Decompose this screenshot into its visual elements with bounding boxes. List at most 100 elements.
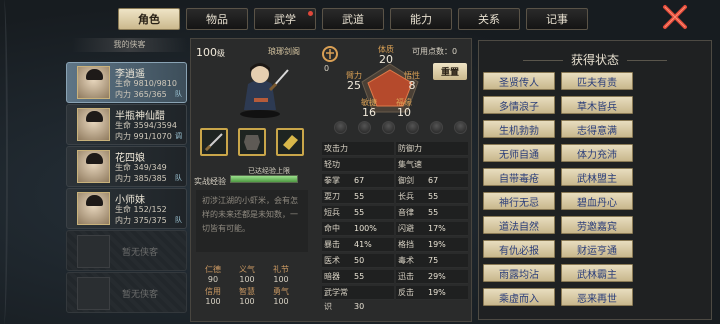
stat-row: 长兵 55 bbox=[396, 190, 468, 204]
character-mp: 内力 375/375 bbox=[115, 216, 167, 225]
stat-value: 75 bbox=[428, 256, 439, 265]
status-button[interactable]: 碧血丹心 bbox=[561, 192, 633, 210]
gem-slot[interactable] bbox=[382, 121, 395, 134]
attr-value: 16 bbox=[362, 106, 376, 119]
stat-row: 暗器 55 bbox=[322, 270, 394, 284]
stat-name: 攻击力 bbox=[324, 144, 348, 153]
stat-row: 集气速度146 bbox=[396, 158, 468, 183]
empty-slot: 暂无侠客 bbox=[66, 230, 187, 271]
character-tag: 队 bbox=[175, 90, 182, 98]
tab-3[interactable]: 武道 bbox=[322, 8, 384, 30]
stat-name: 毒术 bbox=[398, 256, 414, 265]
status-button[interactable]: 乘虚而入 bbox=[483, 288, 555, 306]
tab-0[interactable]: 角色 bbox=[118, 8, 180, 30]
attr-value: 10 bbox=[397, 106, 411, 119]
stat-row: 防御力4519+115 bbox=[396, 142, 468, 167]
empty-portrait bbox=[77, 235, 110, 268]
equip-slot-weapon[interactable] bbox=[200, 128, 228, 156]
stat-row: 拳掌 67 bbox=[322, 174, 394, 188]
stat-row: 迅击 29% bbox=[396, 270, 468, 284]
empty-portrait bbox=[77, 277, 110, 310]
character-card[interactable]: 花四娘 生命 349/349 内力 385/385 队 bbox=[66, 146, 187, 187]
status-button[interactable]: 多情浪子 bbox=[483, 96, 555, 114]
stat-name: 医术 bbox=[324, 256, 340, 265]
character-mp: 内力 991/1070 bbox=[115, 132, 172, 141]
tab-5[interactable]: 关系 bbox=[458, 8, 520, 30]
tab-6[interactable]: 记事 bbox=[526, 8, 588, 30]
tab-label: 记事 bbox=[546, 13, 568, 26]
tab-1[interactable]: 物品 bbox=[186, 8, 248, 30]
stat-name: 反击 bbox=[398, 288, 414, 297]
status-button[interactable]: 草木皆兵 bbox=[561, 96, 633, 114]
hero-description: 初涉江湖的小虾米，会有怎样的未来还都是未知数，一切皆有可能。 bbox=[196, 190, 308, 252]
gem-slot[interactable] bbox=[334, 121, 347, 134]
status-button[interactable]: 自带毒疮 bbox=[483, 168, 555, 186]
character-hp: 生命 9810/9810 bbox=[115, 79, 177, 88]
status-button[interactable]: 志得意满 bbox=[561, 120, 633, 138]
character-mp: 内力 385/385 bbox=[115, 174, 167, 183]
stat-value: 55 bbox=[354, 272, 365, 281]
tab-label: 物品 bbox=[206, 13, 228, 26]
character-tag: 调 bbox=[175, 132, 182, 140]
character-mp: 内力 365/365 bbox=[115, 90, 167, 99]
attr-value: 20 bbox=[379, 53, 393, 66]
status-button[interactable]: 武林霸主 bbox=[561, 264, 633, 282]
stat-value: 67 bbox=[428, 176, 439, 185]
trait-label: 仁德 bbox=[205, 265, 221, 274]
equip-slot-accessory[interactable] bbox=[276, 128, 304, 156]
character-card[interactable]: 半瓶神仙醋 生命 3594/3594 内力 991/1070 调 bbox=[66, 104, 187, 145]
stat-row: 格挡 19% bbox=[396, 238, 468, 252]
status-button[interactable]: 道法自然 bbox=[483, 216, 555, 234]
status-button[interactable]: 武林盟主 bbox=[561, 168, 633, 186]
stat-name: 短兵 bbox=[324, 208, 340, 217]
trait-value: 100 bbox=[239, 297, 255, 306]
status-button[interactable]: 匹夫有责 bbox=[561, 72, 633, 90]
level-label: 100级 bbox=[196, 46, 225, 59]
status-button[interactable]: 劳邀嘉宾 bbox=[561, 216, 633, 234]
stat-value: 30 bbox=[354, 302, 365, 311]
exp-bar bbox=[230, 175, 298, 183]
avatar bbox=[77, 192, 110, 225]
character-hp: 生命 3594/3594 bbox=[115, 121, 177, 130]
stat-row: 暴击 41% bbox=[322, 238, 394, 252]
character-card[interactable]: 李逍遥 生命 9810/9810 内力 365/365 队 bbox=[66, 62, 187, 103]
tab-label: 武道 bbox=[342, 13, 364, 26]
reset-button[interactable]: 重置 bbox=[433, 63, 467, 80]
exp-bar-fill bbox=[231, 176, 297, 182]
gem-slot[interactable] bbox=[430, 121, 443, 134]
stat-name: 武学常识 bbox=[324, 288, 348, 311]
equip-slot-armor[interactable] bbox=[238, 128, 266, 156]
status-button[interactable]: 恶来再世 bbox=[561, 288, 633, 306]
stat-name: 闪避 bbox=[398, 224, 414, 233]
stat-value: 50 bbox=[354, 256, 365, 265]
stat-name: 格挡 bbox=[398, 240, 414, 249]
available-points-label: 可用点数： bbox=[412, 47, 452, 56]
trait-label: 智慧 bbox=[239, 287, 255, 296]
status-button[interactable]: 财运亨通 bbox=[561, 240, 633, 258]
tab-label: 角色 bbox=[138, 13, 160, 26]
tab-4[interactable]: 能力 bbox=[390, 8, 452, 30]
close-icon[interactable] bbox=[662, 4, 688, 30]
gem-slot[interactable] bbox=[358, 121, 371, 134]
status-button[interactable]: 雨露均沾 bbox=[483, 264, 555, 282]
status-button[interactable]: 有仇必报 bbox=[483, 240, 555, 258]
stat-name: 音律 bbox=[398, 208, 414, 217]
gem-slot[interactable] bbox=[406, 121, 419, 134]
book-icon bbox=[283, 135, 298, 150]
level-value: 100 bbox=[196, 46, 217, 59]
status-button[interactable]: 体力充沛 bbox=[561, 144, 633, 162]
status-button[interactable]: 无师自通 bbox=[483, 144, 555, 162]
stat-row: 武学常识 30 bbox=[322, 286, 394, 311]
available-points-value: 0 bbox=[452, 47, 458, 56]
status-button[interactable]: 圣贤传人 bbox=[483, 72, 555, 90]
gem-slot[interactable] bbox=[454, 121, 467, 134]
trait-value: 100 bbox=[239, 275, 255, 284]
status-button[interactable]: 神行无忌 bbox=[483, 192, 555, 210]
character-card[interactable]: 小师妹 生命 152/152 内力 375/375 队 bbox=[66, 188, 187, 229]
stat-name: 耍刀 bbox=[324, 192, 340, 201]
status-button[interactable]: 生机勃勃 bbox=[483, 120, 555, 138]
stat-value: 55 bbox=[428, 192, 439, 201]
notification-dot bbox=[308, 11, 313, 16]
stat-value: 41% bbox=[354, 240, 372, 249]
tab-2[interactable]: 武学 bbox=[254, 8, 316, 30]
